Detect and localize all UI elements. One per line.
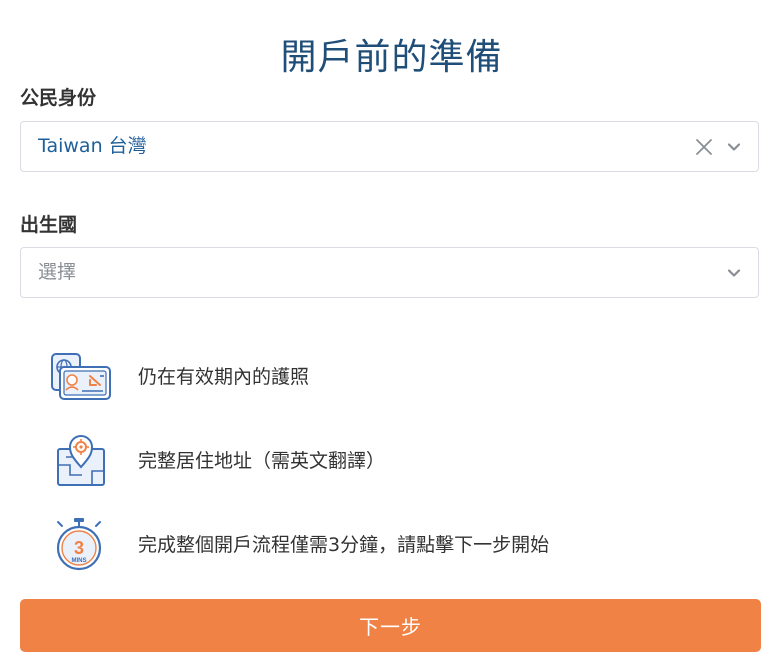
requirement-item-address: 完整居住地址（需英文翻譯）: [48, 431, 748, 491]
citizenship-label: 公民身份: [20, 87, 97, 109]
clear-icon[interactable]: [694, 137, 714, 157]
birth-country-placeholder: 選擇: [38, 261, 77, 283]
requirement-text: 完成整個開戶流程僅需3分鐘，請點擊下一步開始: [138, 534, 550, 556]
chevron-down-icon[interactable]: [726, 265, 742, 281]
page-title: 開戶前的準備: [280, 37, 503, 79]
citizenship-select[interactable]: Taiwan 台灣: [20, 121, 759, 172]
requirement-text: 完整居住地址（需英文翻譯）: [138, 450, 386, 472]
stopwatch-unit: MINS: [72, 558, 87, 564]
requirement-item-passport: 仍在有效期內的護照: [48, 347, 748, 407]
citizenship-selected-value: Taiwan 台灣: [38, 135, 147, 157]
birth-country-select[interactable]: 選擇: [20, 247, 759, 298]
passport-icon: [48, 347, 114, 407]
next-step-button[interactable]: 下一步: [20, 599, 761, 652]
stopwatch-number: 3: [74, 538, 84, 558]
stopwatch-3-mins-icon: 3 MINS: [48, 515, 114, 575]
birth-country-label: 出生國: [20, 214, 78, 236]
address-map-icon: [48, 431, 114, 491]
requirement-text: 仍在有效期內的護照: [138, 366, 310, 388]
requirement-item-time: 3 MINS 完成整個開戶流程僅需3分鐘，請點擊下一步開始: [48, 515, 748, 575]
chevron-down-icon[interactable]: [726, 139, 742, 155]
